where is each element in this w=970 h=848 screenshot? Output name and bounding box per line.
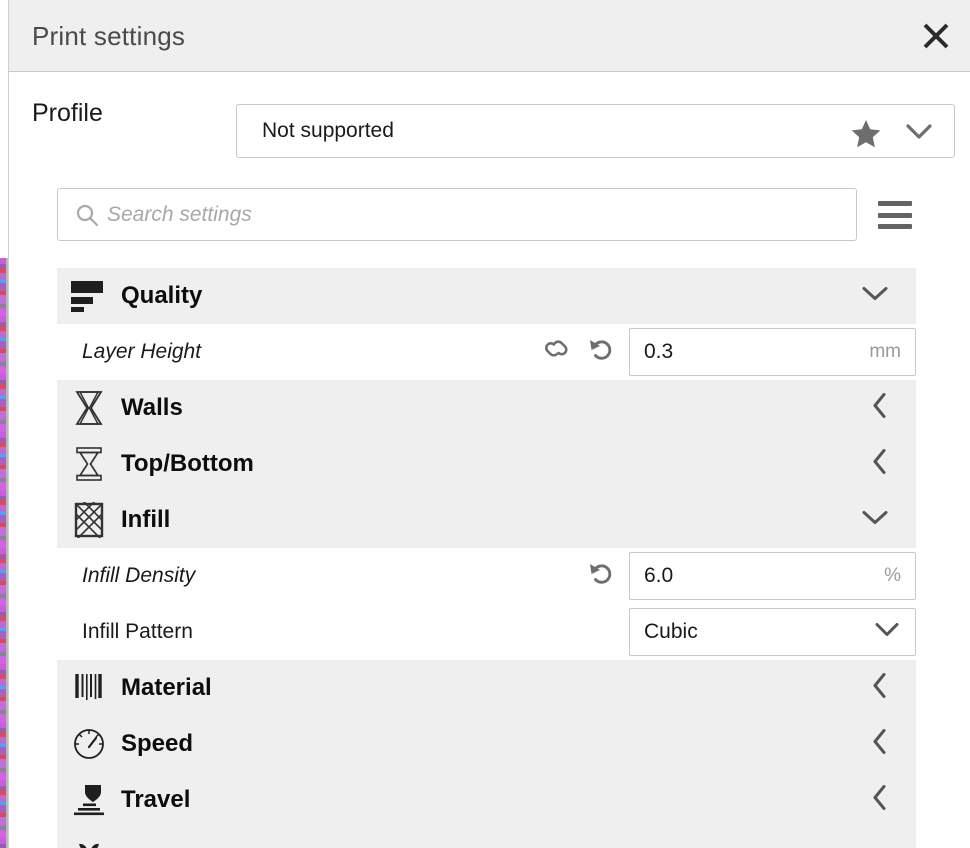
unit-label: %: [884, 565, 901, 586]
profile-label: Profile: [32, 99, 103, 127]
category-row-material[interactable]: Material: [57, 660, 916, 716]
print-settings-screen: Print settings Profile Not supported Sea…: [0, 0, 970, 848]
chevron-left-icon[interactable]: [872, 449, 888, 480]
setting-label: Infill Density: [82, 564, 196, 587]
category-label: Top/Bottom: [121, 450, 254, 477]
category-row-infill[interactable]: Infill: [57, 492, 916, 548]
search-box[interactable]: [57, 188, 857, 241]
setting-row-infill-pattern: Infill Pattern Cubic: [57, 604, 916, 660]
chevron-left-icon[interactable]: [872, 393, 888, 424]
material-filament-icon: [57, 671, 121, 705]
category-row-speed[interactable]: Speed: [57, 716, 916, 772]
chain-link-icon[interactable]: [542, 337, 572, 368]
hamburger-menu-icon[interactable]: [878, 201, 912, 229]
star-icon[interactable]: [851, 119, 881, 153]
profile-row: Profile Not supported: [9, 72, 970, 158]
setting-label: Infill Pattern: [82, 620, 193, 643]
chevron-down-icon[interactable]: [862, 286, 888, 307]
category-label: Infill: [121, 506, 171, 533]
cooling-fan-icon: [57, 839, 121, 848]
top-bottom-hourglass-icon: [57, 446, 121, 482]
search-row: [9, 180, 970, 250]
dialog-title: Print settings: [32, 21, 186, 51]
settings-scrollbar-track[interactable]: [932, 268, 962, 846]
setting-row-infill-density: Infill Density %: [57, 548, 916, 604]
search-icon: [75, 203, 99, 227]
infill-pattern-select[interactable]: Cubic: [629, 608, 916, 656]
speedometer-icon: [57, 727, 121, 761]
chevron-left-icon[interactable]: [872, 673, 888, 704]
category-label: Speed: [121, 730, 194, 757]
category-row-next-partial[interactable]: [57, 828, 916, 848]
unit-label: mm: [869, 341, 901, 362]
chevron-down-icon[interactable]: [906, 123, 932, 146]
category-label: Walls: [121, 394, 183, 421]
category-label: Travel: [121, 786, 191, 813]
chevron-down-icon[interactable]: [862, 510, 888, 531]
travel-nozzle-icon: [57, 783, 121, 817]
quality-layers-icon: [57, 280, 121, 312]
setting-label: Layer Height: [82, 340, 202, 363]
revert-arrow-icon[interactable]: [587, 561, 615, 592]
close-icon[interactable]: [916, 16, 956, 56]
settings-list: Quality Layer Height 0.3 mm Walls Top/Bo…: [57, 268, 916, 848]
chevron-down-icon[interactable]: [875, 622, 899, 643]
value-field-infill-density[interactable]: %: [629, 552, 916, 600]
category-row-walls[interactable]: Walls: [57, 380, 916, 436]
infill-crosshatch-icon: [57, 502, 121, 538]
print-settings-dialog: Print settings Profile Not supported Sea…: [8, 0, 970, 848]
infill-density-input[interactable]: [644, 564, 824, 588]
category-label: Material: [121, 674, 212, 701]
walls-hourglass-icon: [57, 390, 121, 426]
search-input[interactable]: [107, 189, 856, 240]
revert-arrow-icon[interactable]: [587, 337, 615, 368]
profile-select[interactable]: Not supported: [236, 104, 955, 158]
setting-row-layer-height: Layer Height 0.3 mm: [57, 324, 916, 380]
profile-value: Not supported: [262, 119, 394, 142]
category-label: Quality: [121, 282, 203, 309]
layer-height-input[interactable]: [644, 340, 824, 364]
category-row-quality[interactable]: Quality: [57, 268, 916, 324]
chevron-left-icon[interactable]: [872, 729, 888, 760]
category-row-top-bottom[interactable]: Top/Bottom: [57, 436, 916, 492]
chevron-left-icon[interactable]: [872, 785, 888, 816]
value-field-layer-height[interactable]: mm: [629, 328, 916, 376]
category-row-travel[interactable]: Travel: [57, 772, 916, 828]
dialog-titlebar: Print settings: [9, 0, 970, 72]
infill-pattern-value: Cubic: [644, 620, 698, 643]
